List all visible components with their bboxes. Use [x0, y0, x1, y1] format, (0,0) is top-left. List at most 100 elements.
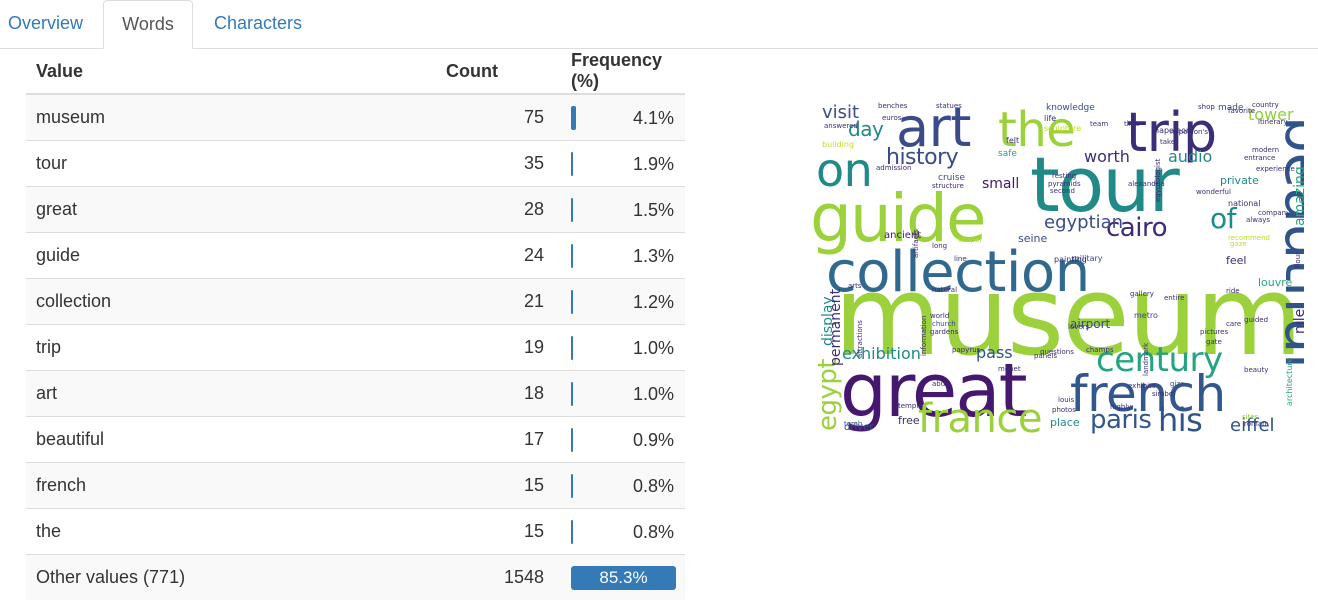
frequency-bar — [571, 519, 573, 544]
word-cloud-word: papyrus — [952, 346, 981, 354]
word-cloud-word: answered — [824, 122, 858, 130]
word-cloud-word: amazing — [1292, 166, 1304, 226]
word-cloud-word: temple — [898, 402, 923, 410]
table-row: the 15 0.8% — [26, 507, 685, 554]
column-header-count: Count — [446, 49, 554, 95]
word-cloud-word: benches — [878, 102, 908, 110]
row-value: tour — [26, 139, 446, 186]
word-cloud-word: natural — [932, 286, 957, 294]
frequency-bar — [571, 197, 573, 222]
word-cloud-word: building — [822, 140, 854, 149]
row-frequency: 1.5% — [554, 185, 685, 232]
frequency-bar: 85.3% — [571, 565, 676, 590]
word-cloud-word: gaze — [1230, 240, 1247, 248]
row-value: beautiful — [26, 415, 446, 462]
frequency-percent: 4.1% — [632, 108, 674, 128]
word-cloud-word: arts — [848, 282, 862, 290]
word-cloud-word: giza — [1170, 380, 1184, 388]
word-cloud-word: place — [1050, 416, 1080, 429]
word-cloud-word: experience — [1256, 165, 1295, 173]
word-cloud-word: photos — [1052, 406, 1076, 414]
word-cloud-word: world — [930, 312, 949, 320]
row-count: 24 — [446, 231, 554, 278]
table-row: great 28 1.5% — [26, 185, 685, 232]
row-frequency: 1.9% — [554, 139, 685, 186]
table-header-row: Value Count Frequency (%) — [26, 49, 685, 95]
word-cloud-word: sites — [1242, 413, 1259, 421]
table-row: trip 19 1.0% — [26, 323, 685, 370]
word-cloud-word: second — [1050, 187, 1075, 195]
tab-words[interactable]: Words — [103, 0, 193, 49]
frequency-bar — [571, 106, 576, 130]
row-frequency: 4.1% — [554, 93, 685, 140]
frequency-percent: 1.5% — [632, 199, 674, 220]
word-cloud: museumgreattourguidecollectiontripart the… — [810, 96, 1304, 437]
word-cloud-word: entire — [1164, 294, 1184, 302]
row-frequency: 1.0% — [554, 369, 685, 416]
word-cloud-word: highly — [1110, 403, 1131, 411]
table-row: french 15 0.8% — [26, 461, 685, 508]
word-cloud-word: national — [1228, 199, 1260, 208]
frequency-bar — [571, 473, 573, 498]
word-cloud-word: line — [954, 255, 967, 263]
table-row: museum 75 4.1% — [26, 93, 685, 140]
word-cloud-word: napoleon's — [1170, 128, 1208, 136]
row-count: 21 — [446, 277, 554, 324]
word-cloud-word: metro — [1134, 311, 1158, 320]
frequency-percent: 0.8% — [632, 475, 674, 496]
word-cloud-word: country — [1252, 101, 1279, 109]
column-header-frequency: Frequency (%) — [554, 49, 685, 95]
word-cloud-word: information — [920, 316, 928, 356]
word-cloud-word: structure — [932, 182, 964, 190]
table-row: beautiful 17 0.9% — [26, 415, 685, 462]
row-count: 35 — [446, 139, 554, 186]
word-cloud-word: audio — [1168, 147, 1212, 166]
word-cloud-word: felt — [1006, 136, 1019, 145]
word-cloud-word: nile — [1292, 309, 1304, 334]
frequency-percent: 0.9% — [632, 429, 674, 450]
row-count: 17 — [446, 415, 554, 462]
frequency-bar — [571, 243, 573, 268]
word-cloud-word: landmark — [1142, 342, 1150, 376]
word-cloud-word: life — [1044, 114, 1056, 123]
word-cloud-word: favorite — [1228, 107, 1255, 115]
word-cloud-word: wonderful — [1196, 188, 1231, 196]
frequency-percent: 1.0% — [632, 383, 674, 404]
row-count: 1548 — [446, 553, 554, 600]
frequency-percent: 1.2% — [632, 291, 674, 312]
frequency-percent: 0.8% — [632, 521, 674, 542]
frequency-bar — [571, 335, 573, 360]
word-cloud-word: architecture — [1285, 358, 1294, 406]
word-cloud-word: time — [1124, 120, 1140, 128]
word-cloud-word: century — [1096, 340, 1223, 380]
word-cloud-word: pass — [976, 343, 1013, 362]
frequency-percent: 1.0% — [632, 337, 674, 358]
tab-overview[interactable]: Overview — [0, 0, 96, 48]
word-cloud-word: free — [898, 414, 920, 427]
word-cloud-word: worth — [1084, 147, 1130, 166]
word-cloud-word: simbel — [1152, 390, 1175, 398]
row-value: Other values (771) — [26, 553, 446, 600]
word-cloud-word: euros — [882, 114, 902, 122]
row-value: collection — [26, 277, 446, 324]
table-row: collection 21 1.2% — [26, 277, 685, 324]
row-value: great — [26, 185, 446, 232]
word-cloud-word: pyramids — [1048, 180, 1081, 188]
frequency-bar — [571, 151, 573, 176]
word-cloud-word: flour — [1294, 252, 1302, 268]
word-cloud-word: knowledge — [1046, 103, 1095, 113]
word-cloud-word: sculpture — [1044, 124, 1081, 133]
tab-characters[interactable]: Characters — [200, 0, 316, 48]
word-cloud-word: france — [918, 396, 1042, 437]
word-cloud-word: abu — [932, 380, 945, 388]
word-cloud-word: painting — [1054, 255, 1087, 264]
word-cloud-word: team — [1090, 120, 1108, 128]
row-value: guide — [26, 231, 446, 278]
table-row: tour 35 1.9% — [26, 139, 685, 186]
word-cloud-word: church — [932, 320, 956, 328]
table-row: art 18 1.0% — [26, 369, 685, 416]
row-frequency: 0.9% — [554, 415, 685, 462]
frequency-table: Value Count Frequency (%) museum 75 4.1% to… — [26, 49, 685, 600]
word-cloud-word: ride — [1226, 287, 1240, 295]
word-cloud-word: gardens — [930, 328, 959, 336]
